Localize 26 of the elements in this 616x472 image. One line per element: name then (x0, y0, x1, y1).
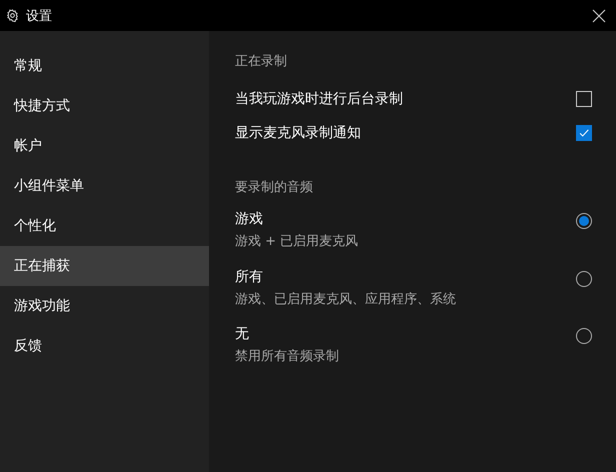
option-label: 显示麦克风录制通知 (235, 124, 361, 142)
sidebar-item[interactable]: 正在捕获 (0, 246, 209, 286)
sidebar-item[interactable]: 帐户 (0, 126, 209, 166)
section-heading: 要录制的音频 (235, 179, 314, 197)
radio-button[interactable] (576, 213, 592, 229)
option-description: 游戏 + 已启用麦克风 (235, 233, 358, 250)
option-description: 禁用所有音频录制 (235, 348, 339, 365)
option-label: 游戏 (235, 210, 264, 228)
option-description: 游戏、已启用麦克风、应用程序、系统 (235, 290, 456, 308)
sidebar-item[interactable]: 小组件菜单 (0, 166, 209, 206)
option-label: 当我玩游戏时进行后台录制 (235, 90, 403, 108)
sidebar-item[interactable]: 个性化 (0, 206, 209, 246)
sidebar-item[interactable]: 常规 (0, 46, 209, 86)
option-label: 无 (235, 325, 250, 343)
section-heading: 正在录制 (235, 53, 288, 71)
option-label: 所有 (235, 268, 264, 286)
sidebar-item[interactable]: 反馈 (0, 326, 209, 366)
close-icon[interactable] (592, 8, 606, 22)
window-title: 设置 (26, 8, 52, 24)
settings-icon (6, 9, 19, 22)
radio-button[interactable] (576, 270, 592, 286)
sidebar-item[interactable]: 快捷方式 (0, 86, 209, 126)
checkbox[interactable] (576, 125, 592, 141)
radio-button[interactable] (576, 328, 592, 344)
sidebar-item[interactable]: 游戏功能 (0, 286, 209, 326)
checkbox[interactable] (576, 91, 592, 107)
